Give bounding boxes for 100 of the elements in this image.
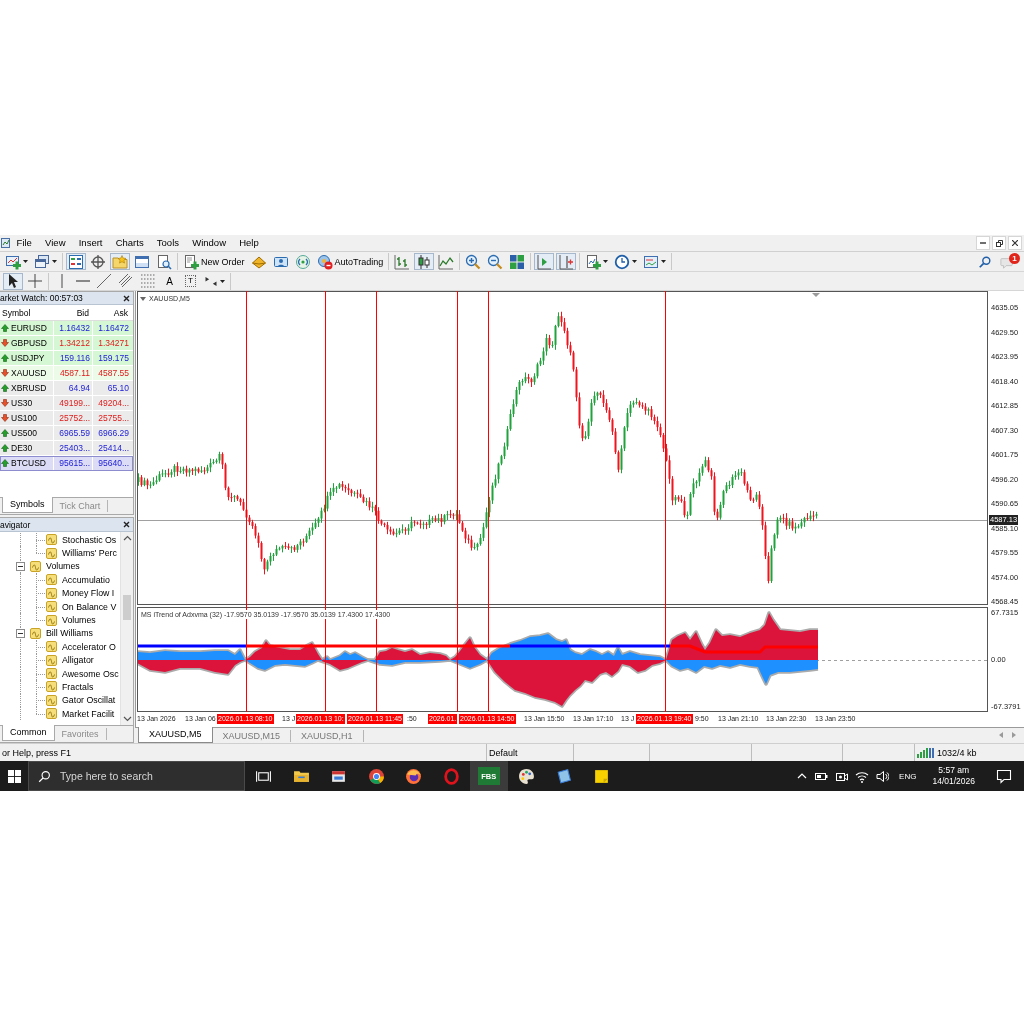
tree-item[interactable]: On Balance V [62, 601, 117, 612]
panel-tab[interactable]: Symbols [2, 497, 53, 513]
clock-time[interactable]: 5:57 am [938, 765, 970, 776]
auto-scroll-button[interactable] [534, 253, 555, 270]
wave-tile-icon [46, 574, 57, 586]
notification-icon[interactable] [996, 768, 1012, 784]
tree-item[interactable]: Stochastic Os [62, 534, 117, 545]
quote-row[interactable]: USDJPY 159.116 159.175 [0, 351, 133, 366]
quote-row[interactable]: US30 49199... 49204... [0, 396, 133, 411]
tree-item[interactable]: Awesome Osc [62, 668, 119, 679]
wave-tile-icon [46, 601, 57, 613]
sticky-note-icon[interactable] [592, 767, 610, 785]
tree-item[interactable]: Williams' Perc [62, 548, 117, 559]
tree-item[interactable]: Accumulatio [62, 574, 110, 585]
collapse-icon[interactable] [16, 628, 25, 638]
dotted-lines-icon [140, 273, 156, 289]
shift-marker-icon[interactable] [812, 293, 820, 297]
menu-item[interactable]: Insert [72, 236, 110, 250]
ask-price: 25414... [92, 441, 131, 455]
panel-tab[interactable]: Common [2, 725, 55, 741]
ask-price: 49204... [92, 396, 131, 410]
quote-row[interactable]: US100 25752... 25755... [0, 411, 133, 426]
tree-item[interactable]: Accelerator O [62, 641, 116, 652]
new-order-button[interactable]: New Order [181, 253, 247, 270]
tree-item[interactable]: Alligator [62, 655, 94, 666]
clock-date[interactable]: 14/01/2026 [932, 776, 975, 787]
quote-row[interactable]: US500 6965.59 6966.29 [0, 426, 133, 441]
bid-price: 25752... [53, 411, 92, 425]
terminal-button[interactable] [132, 253, 152, 270]
minimize-button[interactable] [976, 236, 990, 250]
quote-row[interactable]: BTCUSD 95615... 95640... [0, 456, 133, 471]
quote-row[interactable]: DE30 25403... 25414... [0, 441, 133, 456]
column-header[interactable]: Ask [92, 307, 131, 318]
menu-item[interactable]: Charts [109, 236, 151, 250]
tree-item[interactable]: Volumes [62, 615, 96, 626]
signal-bars-icon [917, 747, 934, 758]
data-window-button[interactable] [88, 253, 108, 270]
auto-trading-button[interactable]: AutoTrading [314, 253, 386, 270]
language-indicator[interactable]: ENG [896, 771, 920, 781]
search-icon [38, 769, 51, 783]
chevron-down-icon[interactable] [122, 716, 132, 722]
camera-icon[interactable] [835, 770, 849, 782]
menu-item[interactable]: File [10, 236, 39, 250]
new-chart-button[interactable] [3, 253, 30, 270]
collapse-icon[interactable] [16, 561, 25, 571]
wave-tile-icon [46, 681, 57, 693]
chart-tab[interactable]: XAUUSD,M5 [138, 727, 213, 743]
periods-button[interactable] [612, 253, 640, 270]
quote-row[interactable]: GBPUSD 1.34212 1.34271 [0, 336, 133, 351]
profile-name: Default [489, 747, 518, 758]
column-header[interactable]: Bid [53, 307, 92, 318]
quote-row[interactable]: XBRUSD 64.94 65.10 [0, 381, 133, 396]
wifi-icon[interactable] [855, 769, 870, 783]
chart-tab[interactable]: XAUUSD,H1 [291, 730, 364, 742]
start-icon[interactable] [7, 769, 21, 783]
scrollbar-thumb[interactable] [123, 595, 131, 620]
wave-tile-icon [46, 534, 57, 546]
no-entry-icon [316, 253, 333, 270]
segmented-circle-icon[interactable] [367, 767, 385, 785]
market-watch-button[interactable] [66, 253, 86, 270]
speaker-icon[interactable] [876, 769, 890, 783]
menu-item[interactable]: Tools [150, 236, 186, 250]
profiles-button[interactable] [32, 253, 59, 270]
column-header[interactable]: Symbol [0, 307, 53, 318]
tree-item[interactable]: Volumes [46, 561, 80, 572]
close-icon[interactable] [123, 521, 130, 528]
trend-line-button[interactable] [94, 272, 114, 290]
quote-row[interactable]: XAUUSD 4587.11 4587.55 [0, 366, 133, 381]
chart-tab[interactable]: XAUUSD,M15 [212, 730, 292, 742]
tree-item[interactable]: Money Flow I [62, 588, 115, 599]
close-icon[interactable] [123, 294, 130, 302]
close-button[interactable] [1008, 236, 1022, 250]
chevron-up-icon[interactable] [122, 535, 132, 541]
panel-title: avigator [0, 519, 31, 530]
caret-icon [632, 260, 638, 263]
flame-globe-icon[interactable] [405, 767, 423, 785]
restore-button[interactable] [992, 236, 1006, 250]
notification-badge[interactable]: 1 [1009, 253, 1020, 264]
text-tool-button[interactable]: A [160, 272, 179, 290]
search-field[interactable]: Type here to search [28, 761, 245, 791]
ring-icon[interactable] [442, 767, 460, 785]
quote-row[interactable]: EURUSD 1.16432 1.16472 [0, 321, 133, 336]
candlestick-button[interactable] [414, 253, 435, 270]
chart-shift-button[interactable] [556, 253, 577, 270]
tree-item[interactable]: Gator Oscillat [62, 695, 116, 706]
battery-icon[interactable] [814, 770, 829, 782]
tree-item[interactable]: Fractals [62, 682, 94, 692]
tilted-card-icon[interactable] [555, 767, 573, 785]
wave-tile-icon [46, 654, 57, 666]
palette-icon[interactable] [517, 767, 535, 785]
search-icon[interactable] [978, 254, 992, 269]
tree-item[interactable]: Bill Williams [46, 628, 93, 639]
wave-tile-icon [46, 587, 57, 599]
menu-item[interactable]: Window [185, 236, 233, 250]
menu-item[interactable]: View [38, 236, 73, 250]
menu-item[interactable]: Help [232, 236, 266, 250]
templates-button[interactable] [641, 253, 669, 270]
text-label-button[interactable]: T [181, 272, 200, 290]
cursor-button[interactable] [3, 272, 23, 290]
tree-item[interactable]: Market Facilit [62, 708, 115, 719]
